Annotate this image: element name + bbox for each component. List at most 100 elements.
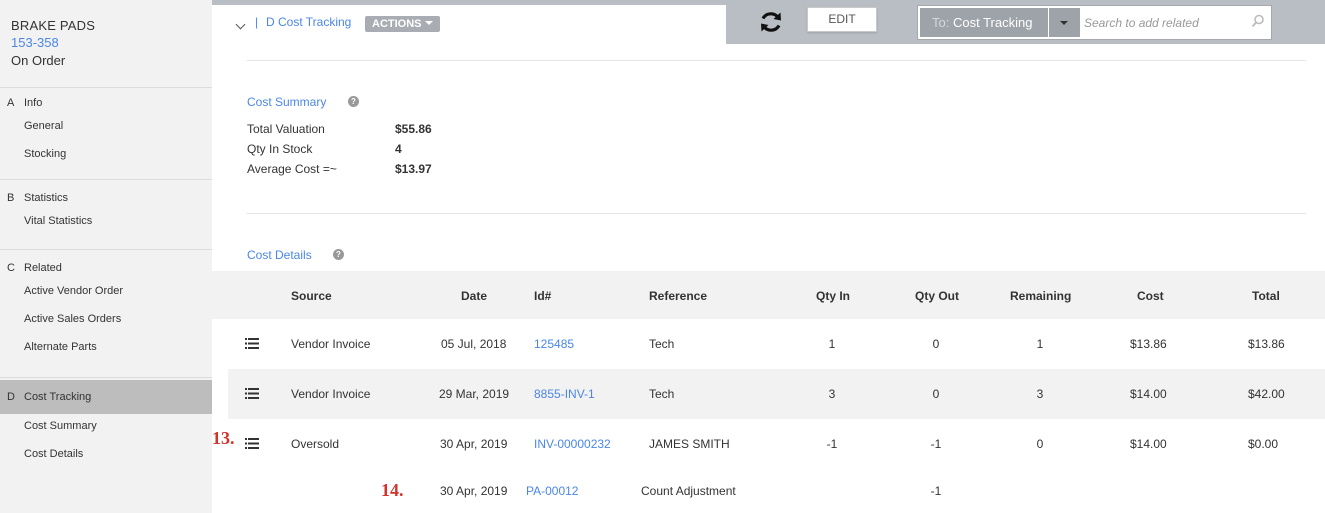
summary-value: 4: [395, 142, 402, 156]
cell-qty-out: -1: [930, 437, 942, 451]
cell-id-link[interactable]: PA-00012: [526, 484, 578, 498]
section-label: Info: [24, 97, 43, 109]
column-header-reference[interactable]: Reference: [649, 289, 707, 303]
sidebar-item-active-vendor-order[interactable]: Active Vendor Order: [0, 281, 212, 301]
column-header-total[interactable]: Total: [1252, 289, 1280, 303]
cell-reference: Tech: [649, 387, 675, 401]
search-icon[interactable]: [1251, 14, 1265, 28]
table-sub-row[interactable]: 30 Apr, 2019 PA-00012 Count Adjustment -…: [212, 469, 1325, 513]
to-prefix: To:: [932, 15, 950, 30]
divider: [247, 60, 1306, 61]
caret-down-icon: [1060, 21, 1068, 25]
top-bar: | D Cost Tracking ACTIONS EDIT To: Cost …: [212, 0, 1325, 44]
to-dropdown-button[interactable]: [1049, 8, 1080, 37]
table-row[interactable]: Vendor Invoice 29 Mar, 2019 8855-INV-1 T…: [228, 369, 1325, 419]
cell-total: $0.00: [1248, 437, 1279, 451]
cell-reference: Count Adjustment: [641, 484, 736, 498]
sidebar-item-cost-details[interactable]: Cost Details: [0, 440, 212, 468]
breadcrumb-current[interactable]: D Cost Tracking: [266, 15, 351, 29]
item-header: BRAKE PADS 153-358 On Order: [0, 0, 212, 88]
column-header-qty-in[interactable]: Qty In: [816, 289, 850, 303]
item-status: On Order: [11, 53, 66, 68]
table-row[interactable]: Vendor Invoice 05 Jul, 2018 125485 Tech …: [212, 319, 1325, 369]
help-icon[interactable]: ?: [333, 249, 344, 260]
cell-id-link[interactable]: INV-00000232: [534, 437, 611, 451]
column-header-date[interactable]: Date: [461, 289, 487, 303]
cell-qty-in: -1: [826, 437, 838, 451]
cell-date: 30 Apr, 2019: [440, 437, 508, 451]
column-header-cost[interactable]: Cost: [1137, 289, 1164, 303]
sidebar-item-vital-statistics[interactable]: Vital Statistics: [0, 211, 212, 231]
cell-reference: JAMES SMITH: [649, 437, 730, 451]
section-cost-tracking: D Cost Tracking Cost Summary Cost Detail…: [0, 380, 212, 468]
cell-total: $42.00: [1248, 387, 1285, 401]
search-input[interactable]: [1084, 10, 1244, 35]
related-search: To: Cost Tracking: [917, 5, 1272, 40]
cost-details-title: Cost Details: [247, 248, 312, 262]
section-letter: B: [7, 192, 15, 204]
sidebar-item-active-sales-orders[interactable]: Active Sales Orders: [0, 305, 212, 333]
cost-summary-title: Cost Summary: [247, 95, 327, 109]
help-icon[interactable]: ?: [348, 96, 359, 107]
section-info: A Info General Stocking: [0, 90, 212, 180]
column-header-source[interactable]: Source: [291, 289, 332, 303]
cell-id-link[interactable]: 125485: [534, 337, 574, 351]
cell-cost: $14.00: [1130, 387, 1167, 401]
list-icon[interactable]: [245, 438, 259, 449]
section-letter: A: [7, 97, 15, 109]
section-related: C Related Active Vendor Order Active Sal…: [0, 255, 212, 378]
table-row[interactable]: Oversold 30 Apr, 2019 INV-00000232 JAMES…: [212, 419, 1325, 469]
summary-label: Total Valuation: [247, 122, 325, 136]
sidebar-item-general[interactable]: General: [0, 116, 212, 136]
cell-remaining: 1: [1036, 337, 1044, 351]
cell-cost: $14.00: [1130, 437, 1167, 451]
divider: [247, 213, 1306, 214]
sidebar-item-stocking[interactable]: Stocking: [0, 140, 212, 168]
section-header-related[interactable]: C Related: [0, 255, 212, 281]
chevron-down-icon[interactable]: [235, 19, 246, 30]
actions-button[interactable]: ACTIONS: [365, 16, 440, 32]
cell-source: Oversold: [291, 437, 340, 451]
cell-id-link[interactable]: 8855-INV-1: [534, 387, 595, 401]
cell-qty-in: 3: [828, 387, 836, 401]
summary-value: $55.86: [395, 122, 432, 136]
refresh-icon[interactable]: [758, 9, 784, 35]
to-target-select[interactable]: To: Cost Tracking: [920, 8, 1048, 37]
cell-remaining: 3: [1036, 387, 1044, 401]
item-title: BRAKE PADS: [11, 18, 96, 33]
sidebar: BRAKE PADS 153-358 On Order A Info Gener…: [0, 0, 212, 513]
cell-source: Vendor Invoice: [291, 337, 371, 351]
section-statistics: B Statistics Vital Statistics: [0, 185, 212, 250]
column-header-qty-out[interactable]: Qty Out: [915, 289, 959, 303]
cell-remaining: 0: [1036, 437, 1044, 451]
annotation-marker: 13.: [212, 428, 235, 448]
summary-label: Qty In Stock: [247, 142, 313, 156]
cell-cost: $13.86: [1130, 337, 1167, 351]
summary-label: Average Cost =~: [247, 162, 337, 176]
section-header-info[interactable]: A Info: [0, 90, 212, 116]
list-icon[interactable]: [245, 338, 259, 349]
column-header-remaining[interactable]: Remaining: [1010, 289, 1071, 303]
caret-down-icon: [424, 21, 433, 25]
to-value: Cost Tracking: [952, 15, 1033, 30]
annotation-marker: 14.: [381, 480, 404, 500]
table-header: Source Date Id# Reference Qty In Qty Out…: [212, 271, 1325, 319]
list-icon[interactable]: [245, 388, 259, 399]
section-header-statistics[interactable]: B Statistics: [0, 185, 212, 211]
section-label: Statistics: [24, 192, 69, 204]
section-header-cost-tracking[interactable]: D Cost Tracking: [0, 380, 212, 414]
cell-date: 30 Apr, 2019: [440, 484, 508, 498]
cell-reference: Tech: [649, 337, 675, 351]
sidebar-item-alternate-parts[interactable]: Alternate Parts: [0, 333, 212, 361]
section-letter: D: [7, 391, 15, 403]
section-label: Cost Tracking: [24, 391, 92, 403]
cell-qty-out: 0: [932, 387, 940, 401]
actions-label: ACTIONS: [372, 18, 422, 30]
cell-date: 05 Jul, 2018: [441, 337, 507, 351]
section-letter: C: [7, 262, 15, 274]
column-header-id[interactable]: Id#: [534, 289, 551, 303]
edit-button[interactable]: EDIT: [807, 7, 877, 32]
item-code-link[interactable]: 153-358: [11, 35, 201, 50]
summary-value: $13.97: [395, 162, 432, 176]
sidebar-item-cost-summary[interactable]: Cost Summary: [0, 416, 212, 436]
